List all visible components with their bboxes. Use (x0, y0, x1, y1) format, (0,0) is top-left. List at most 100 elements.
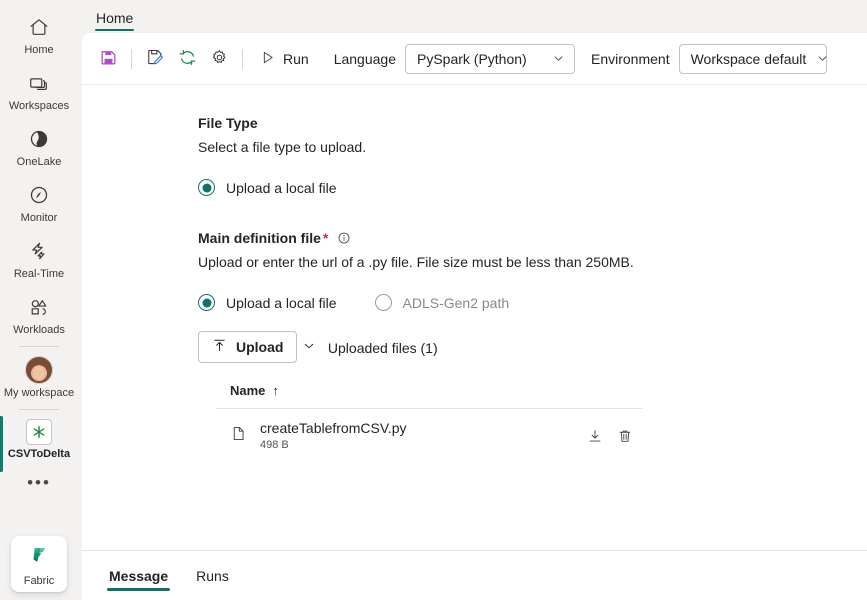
environment-select[interactable]: Workspace default (678, 43, 829, 74)
tab-message-label: Message (109, 567, 169, 584)
fabric-label: Fabric (23, 574, 55, 587)
tab-home-label: Home (96, 10, 134, 26)
real-time-icon (25, 237, 53, 265)
sidebar-item-label: My workspace (3, 387, 75, 399)
save-icon (99, 48, 118, 70)
radio-label: Upload a local file (226, 294, 337, 311)
ribbon-tab-strip: Home (78, 0, 867, 33)
file-type-title: File Type (198, 115, 258, 131)
main-definition-radio-group: Upload a local file ADLS-Gen2 path (198, 294, 867, 311)
sidebar-item-onelake[interactable]: OneLake (0, 118, 78, 174)
sidebar-item-label: Workspaces (8, 100, 70, 112)
sidebar-item-workloads[interactable]: Workloads (0, 286, 78, 342)
radio-indicator (198, 179, 215, 196)
content-card: Run Language PySpark (Python) Environmen… (82, 33, 867, 600)
required-marker: * (322, 230, 329, 246)
bottom-tab-strip: Message Runs (82, 550, 867, 600)
avatar (25, 356, 53, 384)
download-icon[interactable] (587, 428, 603, 444)
language-label: Language (333, 50, 396, 67)
rail-divider (19, 409, 59, 410)
radio-label: ADLS-Gen2 path (402, 294, 510, 311)
sidebar-item-monitor[interactable]: Monitor (0, 174, 78, 230)
file-icon (230, 425, 247, 447)
command-toolbar: Run Language PySpark (Python) Environmen… (82, 33, 867, 85)
radio-indicator (198, 294, 215, 311)
file-name: createTablefromCSV.py (260, 420, 407, 436)
radio-file-type-upload-local[interactable]: Upload a local file (198, 179, 337, 196)
language-select[interactable]: PySpark (Python) (404, 43, 575, 74)
workspaces-icon (25, 69, 53, 97)
refresh-button[interactable] (171, 43, 203, 75)
sidebar-item-label: OneLake (16, 156, 62, 168)
edit-icon (145, 47, 165, 70)
uploaded-files-table: Name ↑ createTablefromCSV.py 498 B (216, 383, 643, 463)
rail-divider (19, 346, 59, 347)
spark-job-definition-icon (26, 419, 52, 445)
left-nav-rail: Home Workspaces OneLake Monitor Real-Tim… (0, 0, 78, 600)
form-area: File Type Select a file type to upload. … (82, 85, 867, 550)
environment-label: Environment (590, 50, 670, 67)
chevron-down-icon (302, 339, 316, 356)
run-label: Run (283, 50, 309, 67)
table-row[interactable]: createTablefromCSV.py 498 B (216, 409, 643, 463)
home-icon (25, 13, 53, 41)
column-header-name[interactable]: Name ↑ (216, 383, 643, 409)
play-icon (259, 49, 276, 69)
save-button[interactable] (92, 43, 124, 75)
main-definition-subtitle: Upload or enter the url of a .py file. F… (198, 254, 634, 270)
main-area: Home Run Language PySpark (Python) Envir… (78, 0, 867, 600)
environment-value: Workspace default (690, 50, 807, 67)
settings-button[interactable] (203, 43, 235, 75)
sidebar-more-button[interactable]: ••• (27, 466, 51, 492)
radio-indicator (374, 294, 392, 311)
file-size: 498 B (260, 439, 289, 451)
file-type-subtitle: Select a file type to upload. (198, 139, 367, 155)
app-root: Home Workspaces OneLake Monitor Real-Tim… (0, 0, 867, 600)
sidebar-item-home[interactable]: Home (0, 6, 78, 62)
toolbar-divider (242, 48, 243, 69)
file-info: createTablefromCSV.py 498 B (260, 420, 407, 452)
onelake-icon (25, 125, 53, 153)
chevron-down-icon (816, 52, 829, 65)
upload-button-label: Upload (236, 339, 284, 355)
main-definition-title: Main definition file * (198, 228, 867, 248)
sidebar-item-label: Monitor (20, 212, 58, 224)
column-header-label: Name (230, 383, 266, 398)
row-actions (587, 428, 637, 444)
sidebar-item-my-workspace[interactable]: My workspace (0, 349, 78, 405)
radio-upload-local-file[interactable]: Upload a local file (198, 294, 337, 311)
sort-ascending-icon: ↑ (272, 383, 279, 398)
sidebar-item-label: Workloads (13, 324, 65, 336)
uploaded-files-toggle[interactable]: Uploaded files (1) (302, 339, 438, 356)
radio-label: Upload a local file (226, 179, 337, 196)
edit-button[interactable] (139, 43, 171, 75)
language-value: PySpark (Python) (416, 50, 527, 67)
tab-home[interactable]: Home (89, 10, 140, 33)
fabric-logo (26, 542, 52, 573)
workloads-icon (25, 293, 53, 321)
upload-button[interactable]: Upload (198, 331, 298, 363)
tab-message[interactable]: Message (98, 555, 179, 597)
tab-runs-label: Runs (196, 567, 229, 584)
sidebar-item-workspaces[interactable]: Workspaces (0, 62, 78, 118)
file-type-section: File Type Select a file type to upload. … (198, 113, 867, 196)
sidebar-item-label: Home (24, 44, 54, 56)
fabric-home-button[interactable]: Fabric (11, 536, 67, 592)
monitor-icon (25, 181, 53, 209)
selection-indicator (0, 416, 3, 472)
uploaded-files-label: Uploaded files (1) (327, 339, 438, 356)
sidebar-item-label: Real-Time (13, 268, 65, 280)
sidebar-item-label: CSVToDelta (7, 448, 71, 460)
sidebar-item-real-time[interactable]: Real-Time (0, 230, 78, 286)
main-definition-file-section: Main definition file * Upload or enter th… (198, 228, 867, 463)
delete-icon[interactable] (617, 428, 633, 444)
radio-adls-gen2-path[interactable]: ADLS-Gen2 path (374, 294, 510, 311)
info-icon[interactable] (337, 231, 351, 245)
refresh-icon (178, 48, 197, 70)
run-button[interactable]: Run (250, 43, 318, 75)
tab-runs[interactable]: Runs (185, 555, 240, 597)
upload-icon (212, 338, 227, 356)
sidebar-item-csvtodelta[interactable]: CSVToDelta (0, 412, 78, 472)
main-definition-title-text: Main definition file (198, 230, 321, 246)
